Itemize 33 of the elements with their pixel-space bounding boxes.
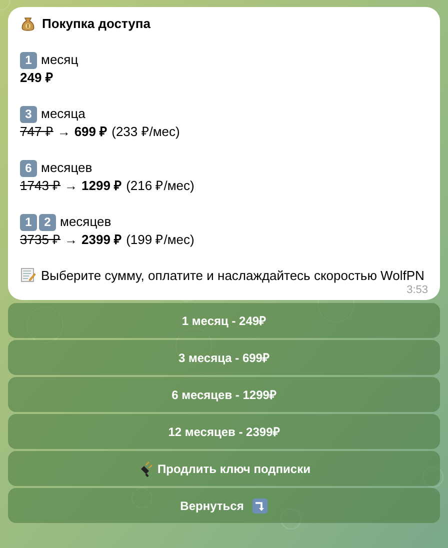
arrow-sign: → bbox=[57, 123, 70, 141]
plan-price: 1299 ₽ bbox=[82, 177, 122, 195]
monthly-price: (233 ₽/мес) bbox=[112, 123, 180, 141]
number-keycap: 1 bbox=[20, 52, 37, 68]
number-keycap: 1 bbox=[20, 214, 37, 230]
inline-keyboard-button[interactable]: Вернуться bbox=[8, 488, 440, 523]
arrow-sign: → bbox=[64, 177, 78, 195]
money-bag-icon bbox=[20, 16, 36, 32]
message-time: 3:53 bbox=[406, 283, 428, 297]
inline-keyboard-button[interactable]: 6 месяцев - 1299₽ bbox=[8, 377, 440, 412]
message-text: Выберите сумму, оплатите и наслаждайтесь скоростью WolfPN bbox=[41, 267, 424, 285]
arrow-sign: → bbox=[64, 231, 78, 249]
plan-price: 249 ₽ bbox=[20, 69, 54, 87]
memo-icon bbox=[20, 267, 36, 283]
old-price: 1743 ₽ bbox=[20, 177, 61, 195]
inline-keyboard-button[interactable]: 3 месяца - 699₽ bbox=[8, 340, 440, 375]
monthly-price: (199 ₽/мес) bbox=[126, 231, 194, 249]
message-title: Покупка доступа bbox=[42, 15, 150, 33]
number-keycap: 3 bbox=[20, 106, 37, 122]
number-keycap: 2 bbox=[39, 214, 56, 230]
inline-keyboard-button[interactable]: 12 месяцев - 2399₽ bbox=[8, 414, 440, 449]
plan-duration: месяцев bbox=[41, 159, 92, 177]
inline-keyboard-button[interactable]: 1 месяц - 249₽ bbox=[8, 303, 440, 338]
plan-duration: месяцев bbox=[60, 213, 112, 231]
plan-duration: месяца bbox=[41, 105, 86, 123]
old-price: 3735 ₽ bbox=[20, 231, 61, 249]
inline-keyboard-button[interactable]: Продлить ключ подписки bbox=[8, 451, 440, 486]
plan-duration: месяц bbox=[41, 51, 78, 69]
old-price: 747 ₽ bbox=[20, 123, 54, 141]
plan-price: 2399 ₽ bbox=[82, 231, 122, 249]
plan-price: 699 ₽ bbox=[74, 123, 108, 141]
number-keycap: 6 bbox=[20, 160, 37, 176]
monthly-price: (216 ₽/мес) bbox=[126, 177, 194, 195]
